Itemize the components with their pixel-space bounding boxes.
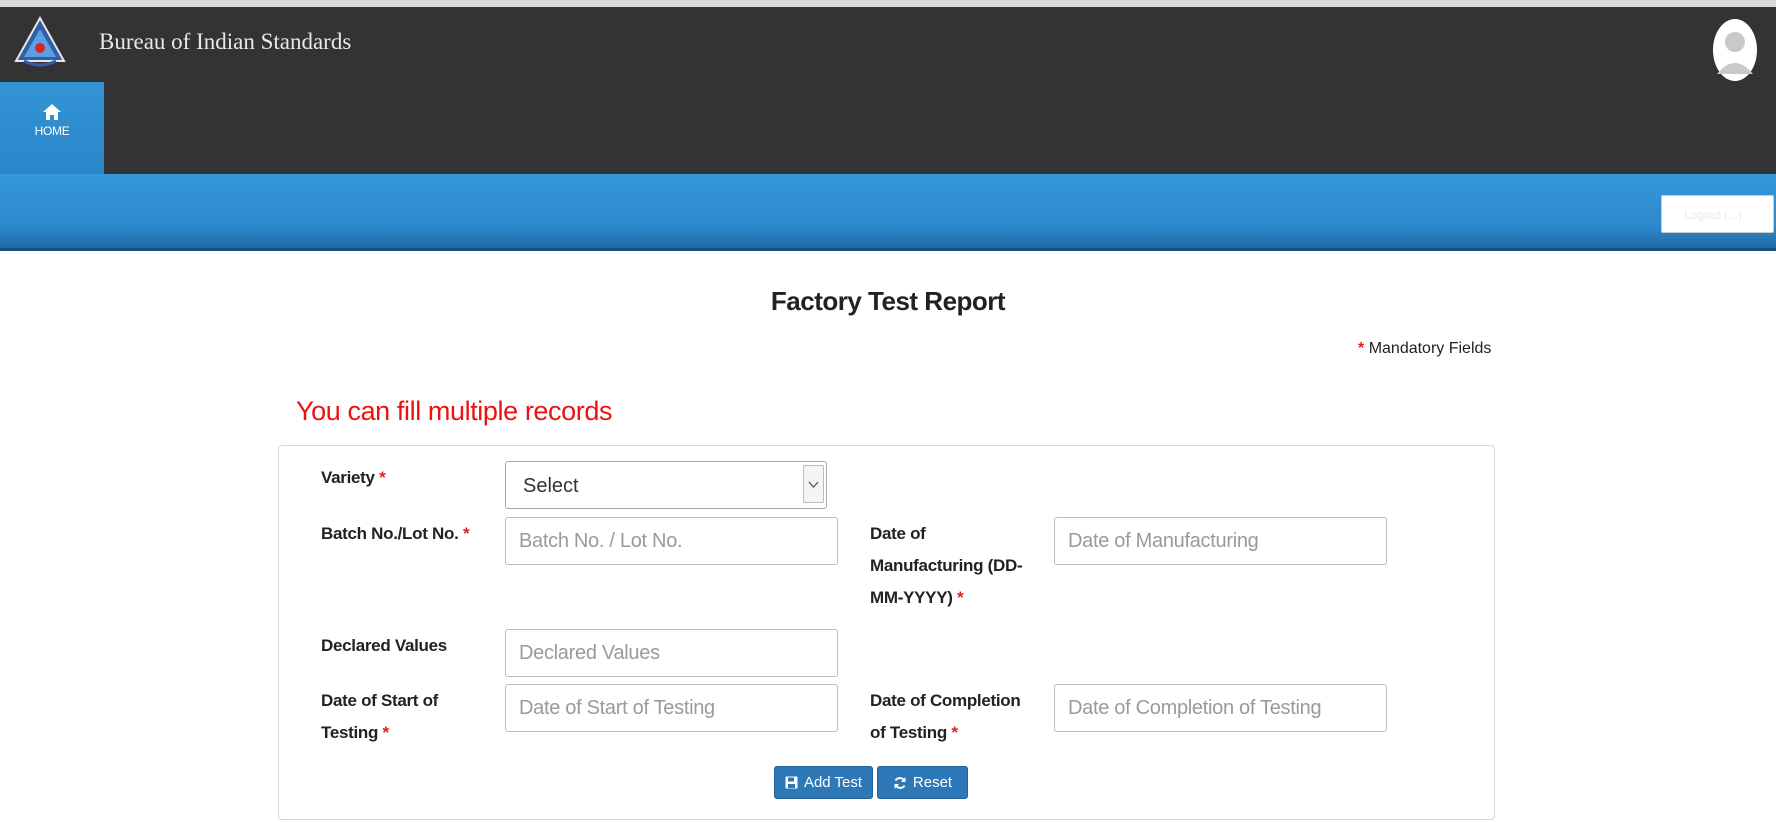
bis-logo xyxy=(14,15,66,67)
required-marker: * xyxy=(951,723,958,742)
dst-label-line1: Date of Start of xyxy=(321,691,439,710)
reset-button[interactable]: Reset xyxy=(877,766,968,799)
variety-label: Variety * xyxy=(321,462,386,494)
date-completion-testing-input[interactable] xyxy=(1054,684,1387,732)
app-title: Bureau of Indian Standards xyxy=(99,29,352,54)
batch-no-label: Batch No./Lot No. * xyxy=(321,518,470,550)
dct-label-line1: Date of Completion xyxy=(870,691,1021,710)
page-title: Factory Test Report xyxy=(770,286,1006,316)
fill-multiple-note: You can fill multiple records xyxy=(296,396,613,426)
user-avatar-icon[interactable] xyxy=(1712,18,1758,82)
dom-label-line2: Manufacturing (DD- xyxy=(870,556,1023,575)
dom-label-line1: Date of xyxy=(870,524,926,543)
logout-control[interactable]: Logout (...) xyxy=(1661,195,1774,233)
dst-label-line2: Testing xyxy=(321,723,379,742)
declared-values-label: Declared Values xyxy=(321,636,447,655)
mandatory-note-text: Mandatory Fields xyxy=(1368,340,1492,357)
variety-selected-value: Select xyxy=(523,475,579,497)
batch-no-label-text: Batch No./Lot No. xyxy=(321,524,459,543)
mandatory-note: * Mandatory Fields xyxy=(1358,340,1491,358)
date-start-testing-input[interactable] xyxy=(505,684,838,732)
dct-label-line2: of Testing xyxy=(870,723,947,742)
required-marker: * xyxy=(957,588,964,607)
reset-label: Reset xyxy=(912,774,953,791)
date-of-manufacturing-input[interactable] xyxy=(1054,517,1387,565)
add-test-button[interactable]: Add Test xyxy=(774,766,873,799)
declared-values-input[interactable] xyxy=(505,629,838,677)
home-icon xyxy=(43,104,61,120)
required-marker: * xyxy=(382,723,390,742)
required-marker: * xyxy=(1358,340,1365,357)
nav-home-tab[interactable]: HOME xyxy=(0,82,104,174)
date-start-testing-label: Date of Start of Testing * xyxy=(321,685,438,749)
required-marker: * xyxy=(462,524,470,543)
variety-label-text: Variety xyxy=(321,468,375,487)
date-completion-testing-label: Date of Completion of Testing * xyxy=(870,685,1021,749)
app-header: Bureau of Indian Standards xyxy=(0,7,1776,174)
add-test-label: Add Test xyxy=(803,774,863,791)
chevron-down-icon xyxy=(803,465,824,503)
form-panel xyxy=(278,445,1495,820)
date-of-manufacturing-label: Date of Manufacturing (DD- MM-YYYY) * xyxy=(870,518,1023,614)
save-icon xyxy=(785,776,798,789)
required-marker: * xyxy=(379,468,386,487)
variety-select[interactable]: Select xyxy=(505,461,827,509)
browser-top-strip xyxy=(0,0,1776,7)
refresh-icon xyxy=(894,776,906,789)
batch-no-input[interactable] xyxy=(505,517,838,565)
subheader-bar: Logout (...) xyxy=(0,174,1776,251)
nav-home-label: HOME xyxy=(34,124,70,138)
dom-label-line3: MM-YYYY) xyxy=(870,588,953,607)
